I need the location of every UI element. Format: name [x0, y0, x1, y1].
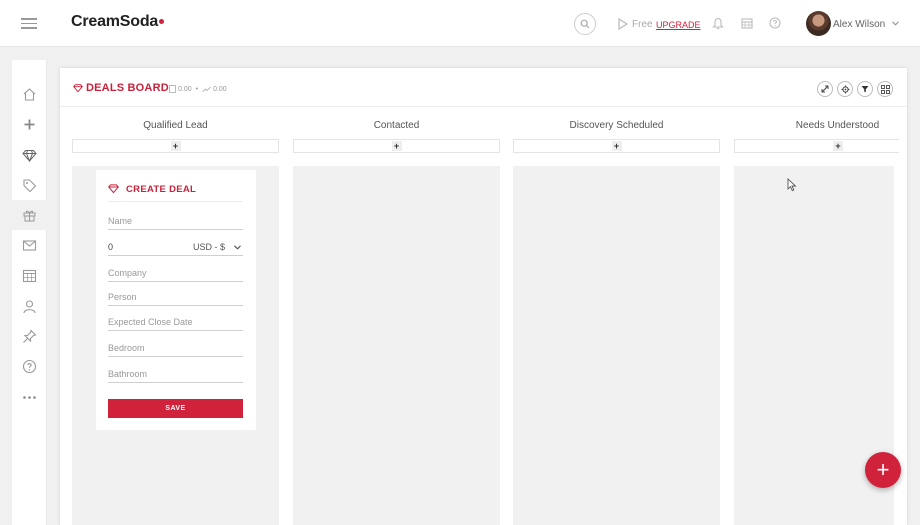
- deals-board-panel: DEALS BOARD 0.00 • 0.00 Qualified Lead C…: [60, 68, 907, 525]
- gift-icon[interactable]: [22, 208, 37, 223]
- filter-button[interactable]: [857, 81, 873, 97]
- expand-button[interactable]: [817, 81, 833, 97]
- plus-icon: +: [611, 141, 622, 151]
- grid-view-button[interactable]: [877, 81, 893, 97]
- save-button[interactable]: SAVE: [108, 399, 243, 418]
- column-header-needs-understood: Needs Understood: [795, 120, 880, 131]
- page-title: DEALS BOARD: [86, 82, 169, 94]
- plus-icon: +: [833, 141, 843, 151]
- expand-icon: [821, 85, 829, 93]
- pin-icon[interactable]: [22, 329, 37, 344]
- divider: [108, 201, 243, 202]
- column-header-qualified-lead: Qualified Lead: [143, 120, 208, 131]
- add-deal-bar[interactable]: +: [734, 139, 899, 153]
- user-name[interactable]: Alex Wilson: [833, 19, 885, 30]
- play-icon[interactable]: [617, 18, 628, 30]
- search-button[interactable]: [574, 13, 596, 35]
- create-deal-form: CREATE DEAL Name 0 USD - $ Company Perso…: [96, 170, 256, 430]
- board-stats: 0.00 • 0.00: [169, 85, 227, 93]
- tag-icon[interactable]: [22, 178, 37, 193]
- top-bar: CreamSoda Free UPGRADE Alex Wilson: [0, 0, 920, 47]
- chevron-down-icon: [234, 244, 241, 250]
- mouse-cursor-icon: [787, 178, 797, 192]
- deals-icon[interactable]: [22, 148, 37, 163]
- plus-icon[interactable]: [22, 117, 37, 132]
- bell-icon[interactable]: [712, 17, 724, 30]
- home-icon[interactable]: [22, 87, 37, 102]
- help-icon[interactable]: [769, 17, 781, 29]
- avatar[interactable]: [806, 11, 831, 36]
- trend-value: 0.00: [213, 85, 227, 93]
- help-icon[interactable]: [22, 359, 37, 374]
- add-fab-button[interactable]: +: [865, 452, 901, 488]
- column-header-discovery-scheduled: Discovery Scheduled: [569, 120, 664, 131]
- add-deal-bar[interactable]: +: [293, 139, 500, 153]
- person-field[interactable]: Person: [108, 290, 243, 306]
- bedroom-field[interactable]: Bedroom: [108, 341, 243, 357]
- close-date-field[interactable]: Expected Close Date: [108, 315, 243, 331]
- column-lane[interactable]: [293, 166, 500, 525]
- calendar-icon[interactable]: [741, 17, 753, 29]
- amount-value: 0: [108, 242, 114, 252]
- contacts-icon[interactable]: [22, 299, 37, 314]
- chevron-down-icon[interactable]: [892, 21, 899, 26]
- diamond-icon: [108, 184, 119, 194]
- plan-label: Free: [632, 19, 653, 30]
- add-deal-bar[interactable]: +: [513, 139, 720, 153]
- logo-dot: [159, 19, 165, 25]
- filter-icon: [861, 86, 869, 93]
- file-icon: [169, 85, 176, 93]
- form-title: CREATE DEAL: [126, 184, 197, 195]
- diamond-icon: [73, 84, 83, 93]
- more-icon[interactable]: [22, 390, 37, 405]
- name-field[interactable]: Name: [108, 214, 243, 230]
- column-header-contacted: Contacted: [373, 120, 420, 131]
- plus-icon: +: [170, 141, 181, 151]
- upgrade-link[interactable]: UPGRADE: [656, 20, 701, 30]
- add-deal-bar[interactable]: +: [72, 139, 279, 153]
- menu-icon[interactable]: [21, 15, 37, 31]
- total-value: 0.00: [178, 85, 192, 93]
- mail-icon[interactable]: [22, 238, 37, 253]
- search-icon: [580, 19, 590, 29]
- logo-text: CreamSoda: [71, 13, 159, 30]
- settings-button[interactable]: [837, 81, 853, 97]
- column-lane[interactable]: [513, 166, 720, 525]
- bathroom-field[interactable]: Bathroom: [108, 367, 243, 383]
- header-divider: [60, 106, 907, 107]
- calendar-icon[interactable]: [22, 268, 37, 283]
- app-logo[interactable]: CreamSoda: [71, 13, 165, 31]
- currency-value: USD - $: [192, 242, 225, 252]
- amount-field[interactable]: 0 USD - $: [108, 240, 243, 256]
- meta-separator: •: [195, 85, 199, 93]
- gear-icon: [841, 85, 849, 93]
- plus-icon: +: [391, 141, 402, 151]
- currency-select[interactable]: USD - $: [193, 242, 241, 252]
- sidebar: [12, 60, 47, 525]
- company-field[interactable]: Company: [108, 266, 243, 282]
- grid-icon: [880, 84, 890, 94]
- trend-icon: [202, 86, 211, 92]
